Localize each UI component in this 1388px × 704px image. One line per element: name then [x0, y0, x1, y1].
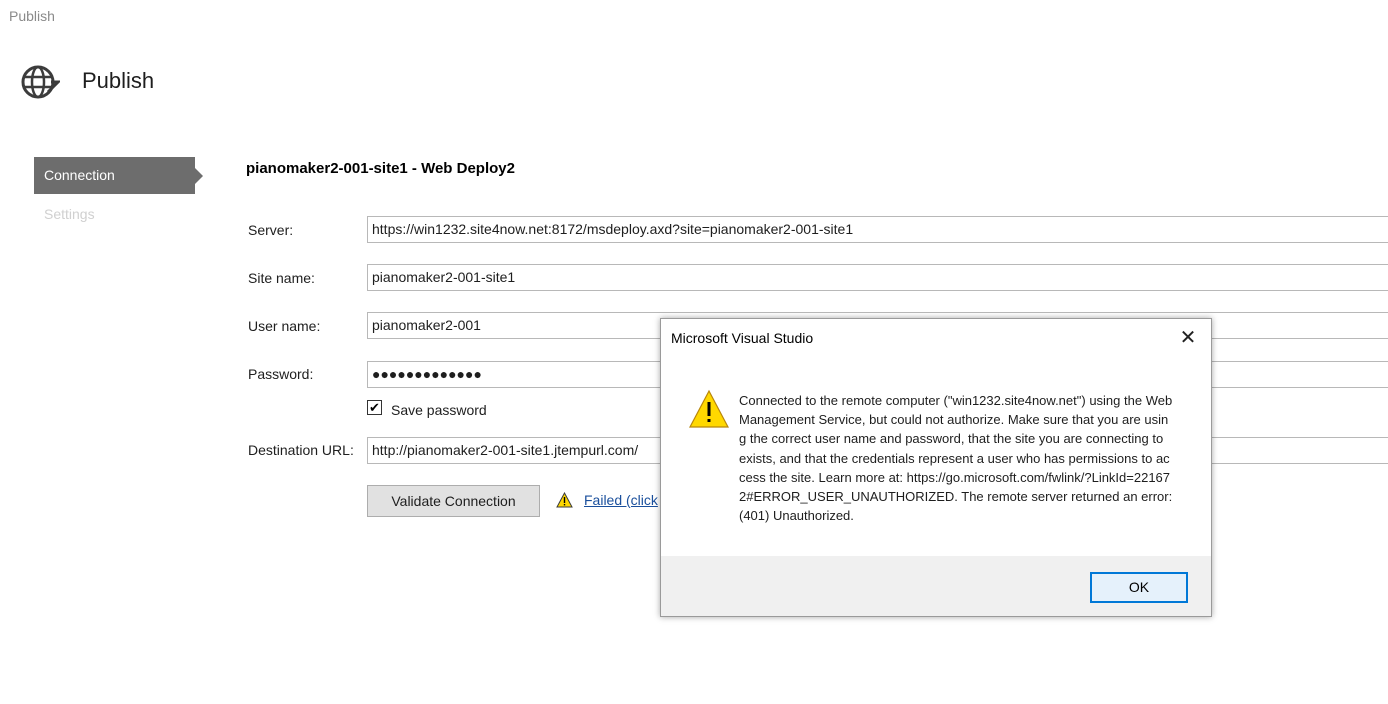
password-label: Password:	[248, 366, 314, 382]
user-name-label: User name:	[248, 318, 321, 334]
close-icon[interactable]: ✕	[1173, 325, 1203, 351]
ok-button[interactable]: OK	[1090, 572, 1188, 603]
site-name-label: Site name:	[248, 270, 315, 286]
dialog-title: Microsoft Visual Studio	[671, 330, 814, 346]
warning-icon	[689, 389, 729, 428]
destination-url-label: Destination URL:	[248, 442, 354, 458]
save-password-checkbox[interactable]: ✔	[367, 400, 382, 415]
save-password-label[interactable]: Save password	[391, 402, 487, 418]
dialog-footer: OK	[661, 556, 1211, 616]
failed-status-link[interactable]: Failed (click	[584, 492, 658, 508]
warning-icon	[556, 492, 573, 508]
dialog-message: Connected to the remote computer ("win12…	[739, 393, 1173, 524]
page-title: Publish	[82, 68, 155, 93]
window-title: Publish	[9, 8, 55, 24]
site-name-input[interactable]: pianomaker2-001-site1	[367, 264, 1388, 291]
nav-active-indicator	[195, 168, 203, 184]
validate-connection-button[interactable]: Validate Connection	[367, 485, 540, 517]
server-input[interactable]: https://win1232.site4now.net:8172/msdepl…	[367, 216, 1388, 243]
globe-publish-icon	[21, 65, 60, 99]
error-dialog: Microsoft Visual Studio ✕ Connected to t…	[660, 318, 1212, 617]
server-label: Server:	[248, 222, 294, 238]
nav-item-settings[interactable]: Settings	[34, 196, 195, 233]
profile-title: pianomaker2-001-site1 - Web Deploy2	[246, 160, 515, 177]
nav-item-connection[interactable]: Connection	[34, 157, 195, 194]
